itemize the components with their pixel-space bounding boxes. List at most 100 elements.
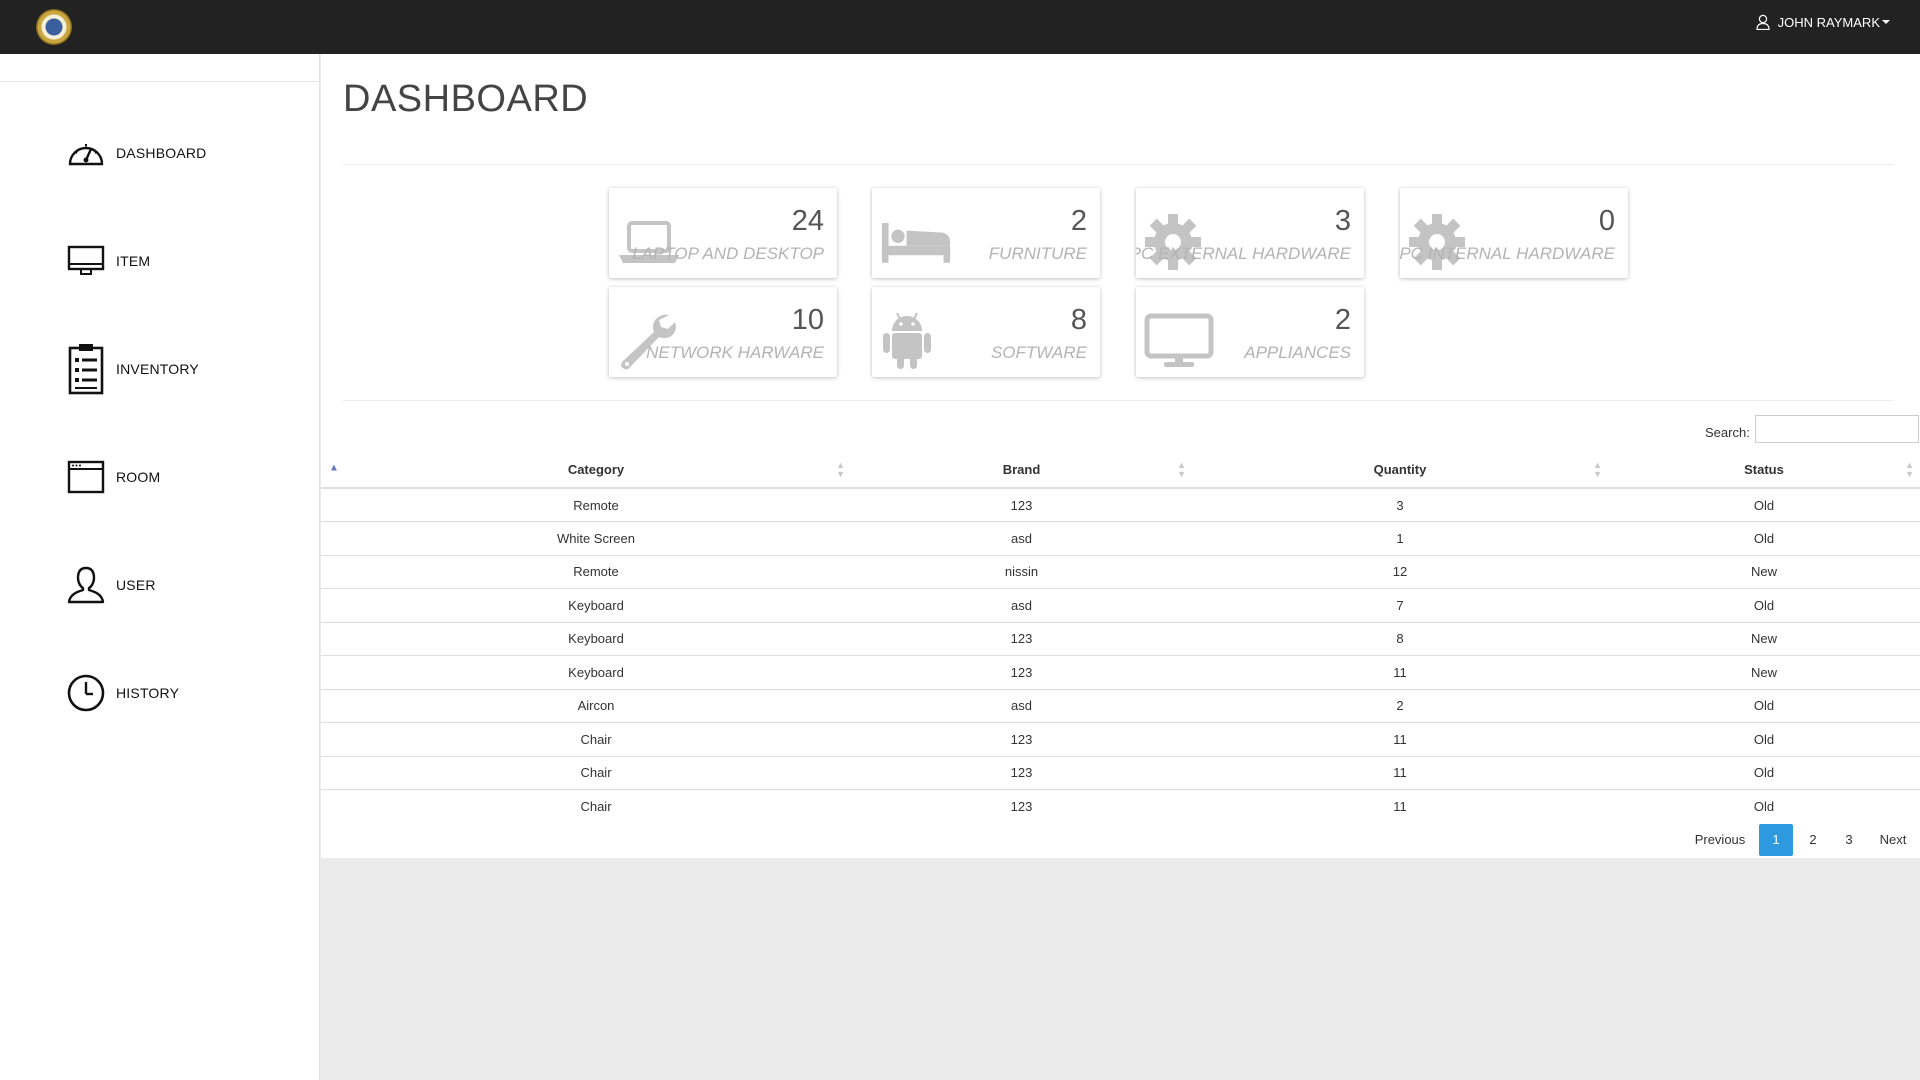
table-cell-status: Old (1608, 755, 1920, 790)
card-label: PC EXTERNAL HARDWARE (1136, 244, 1351, 263)
sidebar-item-user[interactable]: USER (66, 563, 156, 607)
window-icon (66, 455, 106, 499)
table-cell-brand: 123 (851, 621, 1192, 656)
inventory-table: ▲ Category ▲ ▼ Brand ▲ ▼ Quantity ▲ ▼ Statu… (321, 452, 1920, 823)
table-cell-status: Old (1608, 688, 1920, 723)
table-cell-status: New (1608, 554, 1920, 589)
table-cell-category: Remote (341, 487, 851, 522)
card-count: 8 (1070, 304, 1087, 336)
table-cell-quantity: 1 (1192, 521, 1608, 555)
speedometer-icon (66, 131, 106, 175)
android-icon (880, 309, 952, 373)
table-row: Remote nissin 12 New (321, 554, 1920, 589)
table-cell-index (321, 554, 341, 589)
card-pc-external-hardware[interactable]: 3 PC EXTERNAL HARDWARE (1136, 188, 1364, 278)
table-cell-status: Old (1608, 588, 1920, 622)
table-cell-index (321, 487, 341, 522)
table-cell-quantity: 7 (1192, 588, 1608, 622)
table-cell-status: New (1608, 621, 1920, 656)
table-cell-index (321, 722, 341, 756)
card-label: LAPTOP AND DESKTOP (632, 244, 824, 263)
card-count: 2 (1070, 205, 1087, 237)
card-laptop-and-desktop[interactable]: 24 LAPTOP AND DESKTOP (609, 188, 837, 278)
column-header-category[interactable]: Category ▲ ▼ (341, 452, 851, 489)
table-cell-index (321, 521, 341, 555)
table-cell-quantity: 11 (1192, 789, 1608, 823)
card-label: SOFTWARE (990, 343, 1087, 362)
column-header-status[interactable]: Status ▲ ▼ (1608, 452, 1920, 489)
table-cell-brand: 123 (851, 722, 1192, 756)
table-row: Aircon asd 2 Old (321, 688, 1920, 723)
card-count: 2 (1334, 304, 1351, 336)
table-cell-quantity: 12 (1192, 554, 1608, 589)
sidebar-item-inventory[interactable]: INVENTORY (66, 344, 199, 395)
sidebar-item-label: ROOM (116, 469, 161, 485)
column-header-label: Quantity (1373, 462, 1427, 477)
table-cell-quantity: 11 (1192, 755, 1608, 790)
app-logo[interactable] (36, 9, 72, 45)
card-count: 10 (791, 304, 824, 336)
sidebar-item-dashboard[interactable]: DASHBOARD (66, 131, 206, 175)
wrench-icon (617, 309, 689, 373)
clock-icon (66, 671, 106, 715)
card-label: APPLIANCES (1244, 343, 1351, 362)
column-header-label: Brand (1002, 462, 1041, 477)
sidebar-item-label: USER (116, 577, 156, 593)
table-cell-category: Keyboard (341, 588, 851, 622)
sidebar-item-room[interactable]: ROOM (66, 455, 160, 499)
table-cell-quantity: 11 (1192, 655, 1608, 689)
clipboard-list-icon (66, 344, 106, 395)
card-furniture[interactable]: 2 FURNITURE (872, 188, 1100, 278)
search-input[interactable] (1755, 415, 1919, 443)
gear-icon (1408, 210, 1480, 274)
sidebar-item-history[interactable]: HISTORY (66, 671, 179, 715)
column-header-label: Category (567, 462, 625, 477)
table-cell-quantity: 8 (1192, 621, 1608, 656)
table-cell-category: Aircon (341, 688, 851, 723)
table-cell-category: Chair (341, 722, 851, 756)
column-header-label: Status (1744, 462, 1784, 477)
card-label: NETWORK HARWARE (646, 343, 824, 362)
gear-icon (1144, 210, 1216, 274)
monitor-icon (1144, 309, 1216, 373)
table-cell-index (321, 588, 341, 622)
divider (343, 400, 1893, 401)
card-appliances[interactable]: 2 APPLIANCES (1136, 287, 1364, 377)
column-header-index[interactable]: ▲ (321, 452, 341, 489)
user-name: JOHN RAYMARK (1777, 14, 1880, 30)
card-count: 0 (1598, 205, 1615, 237)
table-row: Keyboard 123 11 New (321, 655, 1920, 689)
pagination-page-3[interactable]: 3 (1832, 824, 1866, 856)
sidebar-item-label: ITEM (116, 253, 151, 269)
sort-icon: ▲ ▼ (1905, 459, 1914, 479)
table-cell-brand: asd (851, 588, 1192, 622)
pagination-next-button[interactable]: Next (1870, 824, 1916, 856)
pagination-previous-button[interactable]: Previous (1685, 824, 1755, 856)
table-row: Keyboard 123 8 New (321, 621, 1920, 656)
table-cell-category: Keyboard (341, 655, 851, 689)
table-cell-quantity: 2 (1192, 688, 1608, 723)
card-pc-internal-hardware[interactable]: 0 PC INTERNAL HARDWARE (1400, 188, 1628, 278)
table-cell-category: Chair (341, 755, 851, 790)
table-cell-index (321, 655, 341, 689)
sidebar-item-item[interactable]: ITEM (66, 239, 150, 283)
card-network-harware[interactable]: 10 NETWORK HARWARE (609, 287, 837, 377)
column-header-quantity[interactable]: Quantity ▲ ▼ (1192, 452, 1608, 489)
sort-icon: ▲ ▼ (1593, 459, 1602, 479)
pagination-page-2[interactable]: 2 (1796, 824, 1830, 856)
column-header-brand[interactable]: Brand ▲ ▼ (851, 452, 1192, 489)
table-cell-category: Remote (341, 554, 851, 589)
table-row: Chair 123 11 Old (321, 755, 1920, 790)
pagination-page-1[interactable]: 1 (1759, 824, 1793, 856)
table-cell-status: Old (1608, 487, 1920, 522)
pagination: Previous 1 2 3 Next (321, 824, 1920, 856)
table-cell-brand: nissin (851, 554, 1192, 589)
table-cell-brand: 123 (851, 789, 1192, 823)
table-row: Keyboard asd 7 Old (321, 588, 1920, 622)
top-navbar: JOHN RAYMARK (0, 0, 1920, 54)
card-software[interactable]: 8 SOFTWARE (872, 287, 1100, 377)
table-cell-brand: asd (851, 688, 1192, 723)
user-menu-dropdown[interactable]: JOHN RAYMARK (1756, 12, 1890, 32)
table-cell-index (321, 621, 341, 656)
monitor-icon (66, 239, 106, 283)
